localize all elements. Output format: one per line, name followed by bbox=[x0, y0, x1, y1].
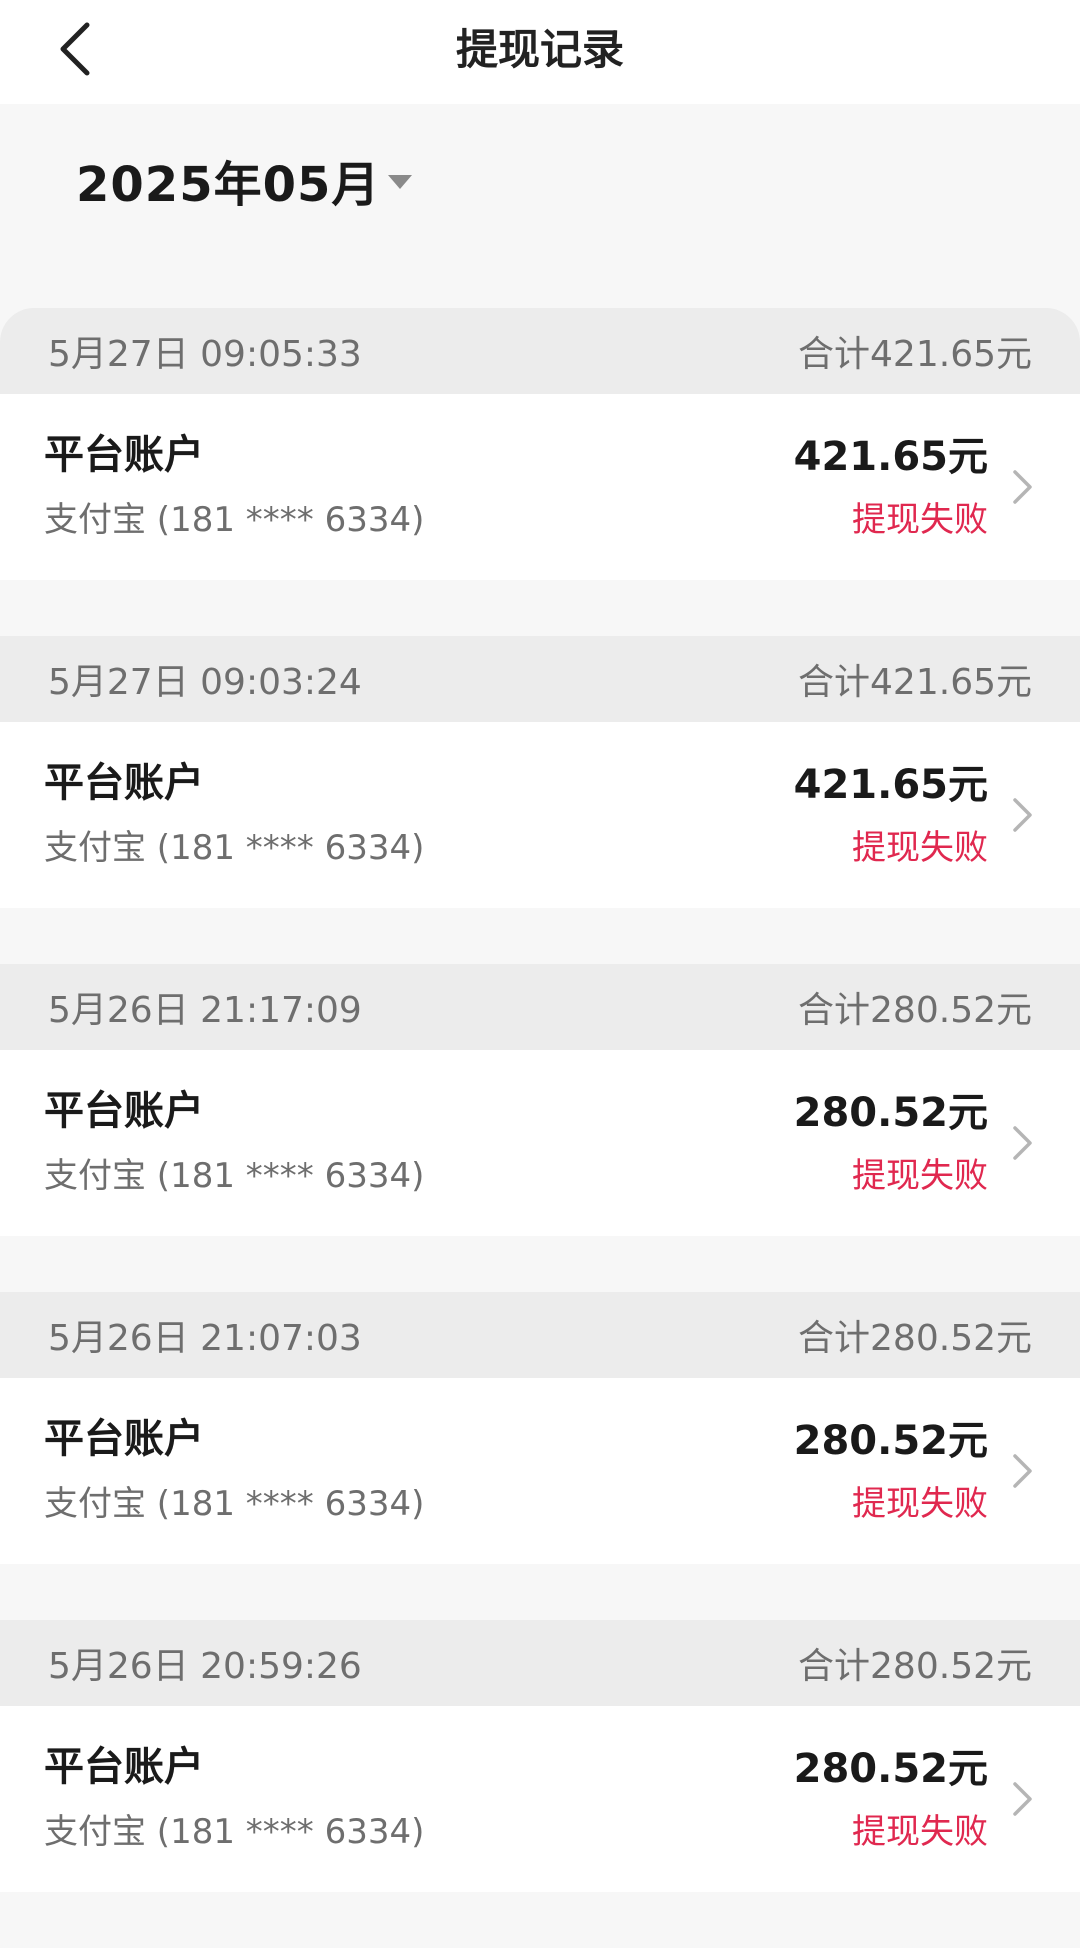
record-datetime: 5月26日 21:07:03 bbox=[48, 1318, 362, 1359]
withdrawal-status: 提现失败 bbox=[852, 1812, 988, 1852]
record-group-header: 5月26日 20:59:26 合计280.52元 bbox=[0, 1620, 1080, 1706]
record-total: 合计421.65元 bbox=[798, 662, 1032, 703]
record-row[interactable]: 平台账户 支付宝 (181 **** 6334) 421.65元 提现失败 bbox=[0, 394, 1080, 580]
payment-method: 支付宝 (181 **** 6334) bbox=[44, 1156, 425, 1196]
record-datetime: 5月27日 09:03:24 bbox=[48, 662, 362, 703]
record-group: 5月27日 09:05:33 合计421.65元 平台账户 支付宝 (181 *… bbox=[0, 308, 1080, 580]
record-row[interactable]: 平台账户 支付宝 (181 **** 6334) 280.52元 提现失败 bbox=[0, 1378, 1080, 1564]
record-row[interactable]: 平台账户 支付宝 (181 **** 6334) 421.65元 提现失败 bbox=[0, 722, 1080, 908]
record-group-header: 5月26日 21:07:03 合计280.52元 bbox=[0, 1292, 1080, 1378]
withdrawal-status: 提现失败 bbox=[852, 828, 988, 868]
record-group: 5月26日 21:07:03 合计280.52元 平台账户 支付宝 (181 *… bbox=[0, 1292, 1080, 1564]
record-datetime: 5月26日 21:17:09 bbox=[48, 990, 362, 1031]
record-group-header: 5月26日 21:17:09 合计280.52元 bbox=[0, 964, 1080, 1050]
account-name: 平台账户 bbox=[44, 1088, 204, 1134]
chevron-right-icon bbox=[1013, 1454, 1032, 1488]
payment-method: 支付宝 (181 **** 6334) bbox=[44, 828, 425, 868]
withdrawal-status: 提现失败 bbox=[852, 1156, 988, 1196]
record-datetime: 5月27日 09:05:33 bbox=[48, 334, 362, 375]
record-datetime: 5月26日 20:59:26 bbox=[48, 1646, 362, 1687]
record-row[interactable]: 平台账户 支付宝 (181 **** 6334) 280.52元 提现失败 bbox=[0, 1706, 1080, 1892]
chevron-right-icon bbox=[1013, 1126, 1032, 1160]
account-name: 平台账户 bbox=[44, 1744, 204, 1790]
account-name: 平台账户 bbox=[44, 760, 204, 806]
navigation-bar: 提现记录 bbox=[0, 0, 1080, 104]
withdrawal-amount: 421.65元 bbox=[793, 762, 988, 808]
caret-down-icon bbox=[388, 175, 413, 189]
record-group: 5月27日 09:03:24 合计421.65元 平台账户 支付宝 (181 *… bbox=[0, 636, 1080, 908]
withdrawal-status: 提现失败 bbox=[852, 1484, 988, 1524]
chevron-right-icon bbox=[1013, 798, 1032, 832]
account-name: 平台账户 bbox=[44, 432, 204, 478]
page-title: 提现记录 bbox=[455, 25, 624, 74]
record-row[interactable]: 平台账户 支付宝 (181 **** 6334) 280.52元 提现失败 bbox=[0, 1050, 1080, 1236]
record-total: 合计280.52元 bbox=[798, 1318, 1032, 1359]
account-name: 平台账户 bbox=[44, 1416, 204, 1462]
record-total: 合计280.52元 bbox=[798, 990, 1032, 1031]
withdrawal-amount: 421.65元 bbox=[793, 434, 988, 480]
record-total: 合计280.52元 bbox=[798, 1646, 1032, 1687]
record-group-header: 5月27日 09:05:33 合计421.65元 bbox=[0, 308, 1080, 394]
payment-method: 支付宝 (181 **** 6334) bbox=[44, 500, 425, 540]
withdrawal-amount: 280.52元 bbox=[793, 1090, 988, 1136]
record-total: 合计421.65元 bbox=[798, 334, 1032, 375]
withdrawal-amount: 280.52元 bbox=[793, 1418, 988, 1464]
chevron-right-icon bbox=[1013, 470, 1032, 504]
chevron-right-icon bbox=[1013, 1782, 1032, 1816]
record-group: 5月26日 20:59:26 合计280.52元 平台账户 支付宝 (181 *… bbox=[0, 1620, 1080, 1892]
withdrawal-status: 提现失败 bbox=[852, 500, 988, 540]
record-group-header: 5月27日 09:03:24 合计421.65元 bbox=[0, 636, 1080, 722]
withdrawal-record-list: 5月27日 09:05:33 合计421.65元 平台账户 支付宝 (181 *… bbox=[0, 308, 1080, 1948]
month-label: 2025年05月 bbox=[76, 157, 381, 213]
withdrawal-amount: 280.52元 bbox=[793, 1746, 988, 1792]
payment-method: 支付宝 (181 **** 6334) bbox=[44, 1484, 425, 1524]
payment-method: 支付宝 (181 **** 6334) bbox=[44, 1812, 425, 1852]
month-picker[interactable]: 2025年05月 bbox=[76, 148, 413, 213]
record-group: 5月26日 21:17:09 合计280.52元 平台账户 支付宝 (181 *… bbox=[0, 964, 1080, 1236]
